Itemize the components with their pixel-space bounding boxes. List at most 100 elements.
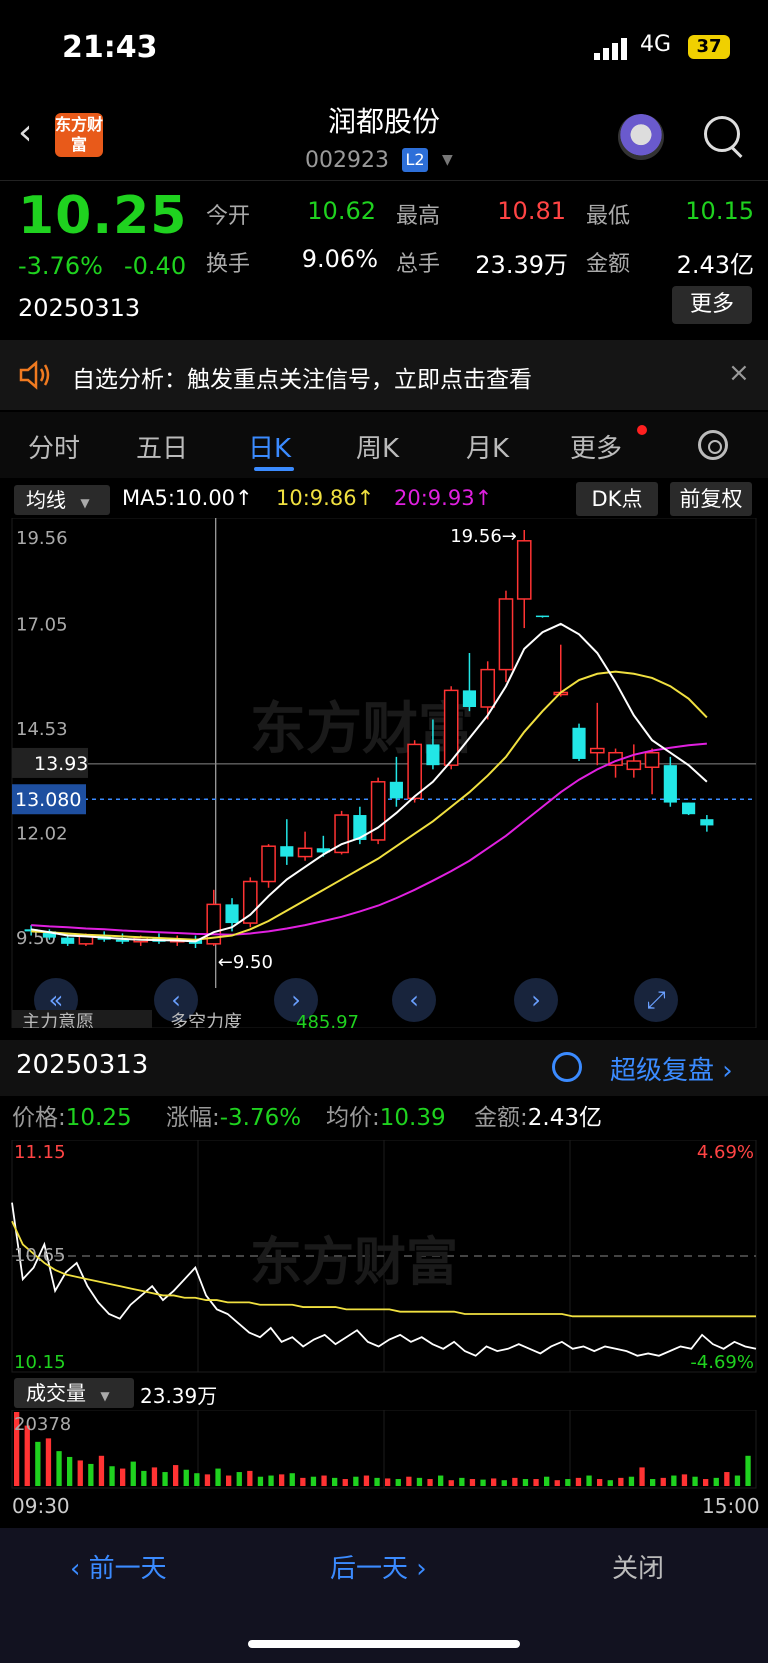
volume-bar [385,1478,391,1486]
y-tick-label-right: 4.69% [697,1142,754,1163]
gear-icon[interactable] [698,430,728,460]
field-value: 10.81 [497,197,566,225]
more-button[interactable]: 更多 [672,286,752,324]
candle-body [480,668,496,708]
chevron-left-icon[interactable]: ‹ [171,986,181,1014]
volume-bar [204,1474,211,1486]
ma10-text: 10:9.86 [276,486,357,510]
tab-more[interactable]: 更多 [570,428,622,465]
super-replay-label: 超级复盘 [610,1056,715,1086]
field-label: 今开 [206,204,251,229]
chevron-down-icon[interactable]: ▼ [442,152,453,168]
volume-bar [554,1480,560,1486]
dk-point-button[interactable]: DK点 [576,482,658,516]
banner-text[interactable]: 自选分析：触发重点关注信号，立即点击查看 [72,360,532,394]
field-label: 金额 [586,252,631,277]
current-price: 10.25 [18,186,188,246]
search-icon[interactable] [704,116,740,152]
tab-intraday[interactable]: 分时 [28,428,80,465]
volume-bar [56,1451,62,1486]
candle-body [535,615,550,618]
adjust-price-button[interactable]: 前复权 [670,482,752,516]
field-value: 23.39万 [475,251,568,279]
ma5-text: MA5:10.00 [122,486,236,510]
volume-select[interactable]: 成交量 ▼ [14,1378,134,1408]
tab-monthly-k[interactable]: 月K [466,428,509,465]
candle-body [498,598,514,671]
status-time: 21:43 [62,30,158,65]
max-price-marker: 19.56→ [450,526,517,547]
close-icon[interactable]: × [728,358,750,388]
volume-bar [597,1479,603,1486]
tab-daily-k[interactable]: 日K [248,428,291,465]
candle-body [407,743,422,800]
field-label: 换手 [206,252,251,277]
volume-bar [427,1479,433,1486]
volume-bar [130,1461,136,1486]
prev-day-button[interactable]: ‹ 前一天 [70,1548,167,1585]
sub-indicator-mid: 多空力度 [170,1012,242,1028]
chevron-double-left-icon[interactable]: « [49,986,64,1014]
volume-bar [692,1476,698,1486]
sub-indicator-label: 主力意愿 [22,1012,94,1028]
volume-bar [459,1477,465,1486]
volume-bar [162,1472,168,1486]
expand-icon[interactable]: ⤢ [646,986,665,1014]
chevron-right-icon[interactable]: › [291,986,301,1014]
indicator-select[interactable]: 均线 ▼ [14,485,110,515]
candle-body [663,765,677,803]
candle-body [516,540,532,600]
candle-body [426,744,440,766]
volume-bar [289,1473,295,1486]
volume-total: 23.39万 [140,1384,218,1408]
stat-label: 均价: [326,1105,380,1131]
candlestick-chart[interactable]: 东方财富19.5617.0514.5312.029.5013.9313.0801… [0,518,768,1028]
level2-badge[interactable]: L2 [402,148,428,172]
volume-bar [628,1476,635,1486]
tab-weekly-k[interactable]: 周K [356,428,399,465]
ma20-text: 20:9.93 [394,486,475,510]
battery-icon: 37 [688,35,730,59]
candle-body [261,845,276,883]
volume-bar [671,1475,677,1486]
time-end-label: 15:00 [702,1494,760,1518]
volume-bar [310,1476,317,1486]
close-button[interactable]: 关闭 [612,1548,664,1585]
notification-dot [637,425,647,435]
candle-body [572,727,586,759]
chevron-left-icon[interactable]: ‹ [409,986,419,1014]
volume-bar [257,1476,264,1486]
intraday-chart[interactable]: 东方财富 11.15 10.65 10.15 4.69% -4.69% [0,1140,768,1390]
volume-bar [512,1477,518,1486]
up-arrow-icon: ↑ [235,486,253,510]
stat-label: 涨幅: [166,1105,220,1131]
volume-bar [650,1479,656,1486]
volume-bar [332,1477,338,1486]
volume-bar [374,1477,380,1486]
chart-frame [11,518,757,1028]
signal-icon [594,38,627,60]
volume-bar [268,1475,274,1486]
volume-bar [342,1479,348,1486]
indicator-select-label: 均线 [26,488,66,512]
volume-bar [226,1475,232,1486]
next-day-button[interactable]: 后一天 › [330,1548,427,1585]
active-tab-indicator [254,467,294,471]
volume-bar [141,1470,147,1486]
volume-bar [300,1477,306,1486]
volume-bar [35,1441,41,1486]
volume-bar [681,1474,688,1486]
robot-assistant-icon[interactable] [618,114,664,160]
stat-label: 价格: [12,1105,66,1131]
candle-body [700,819,714,826]
chevron-right-icon: › [722,1056,733,1086]
volume-bar [321,1475,327,1486]
chevron-right-icon[interactable]: › [531,986,541,1014]
stat-value: 10.39 [379,1105,446,1131]
candle-body [225,904,239,924]
volume-bar [236,1472,242,1486]
super-replay-link[interactable]: 超级复盘 › [610,1050,733,1087]
history-icon[interactable] [552,1052,582,1082]
tab-five-day[interactable]: 五日 [136,428,188,465]
ma20-value: 20:9.93↑ [394,486,492,510]
